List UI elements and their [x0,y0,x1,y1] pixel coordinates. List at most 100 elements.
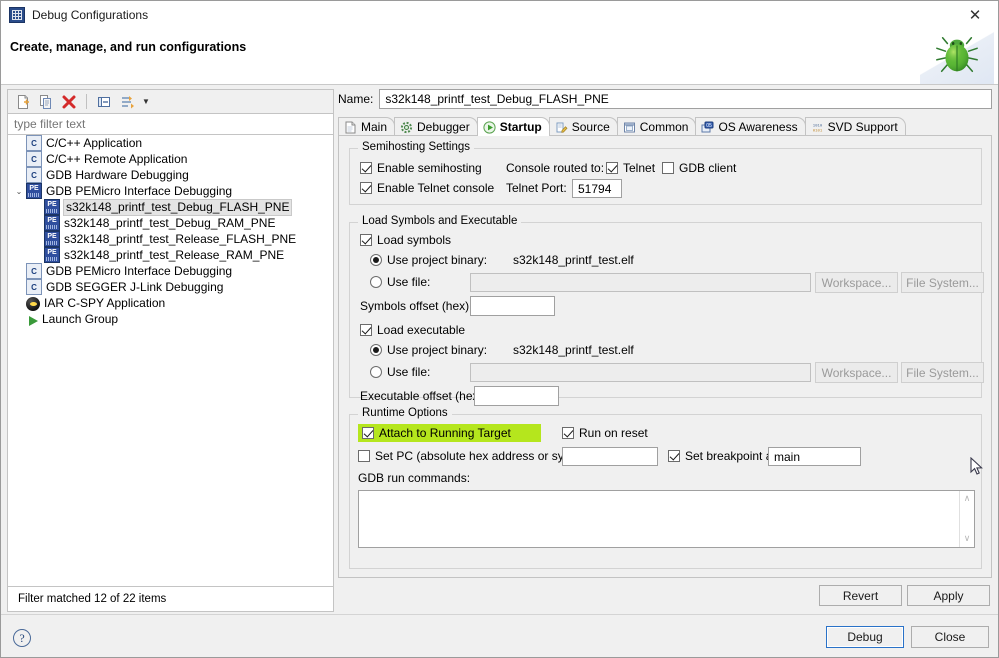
configuration-editor: Name: Main Debugger Startup Source Common 05 O… [338,89,992,612]
svg-text:0101: 0101 [812,129,822,133]
copy-icon[interactable] [36,92,56,112]
tab-label: Debugger [417,120,470,134]
configurations-tree[interactable]: C C/C++ Application C C/C++ Remote Applicat… [7,135,334,587]
tree-item-label: GDB PEMicro Interface Debugging [46,183,233,198]
checkbox-box [358,450,370,462]
tab-os-awareness[interactable]: 05 OS Awareness [695,117,806,136]
configuration-name-input[interactable] [379,89,992,109]
tree-expander-spacer [30,231,44,247]
radio-dot [370,344,382,356]
tab-label: Startup [499,120,542,134]
set-pc-input[interactable] [562,447,658,466]
tree-item-6[interactable]: PE s32k148_printf_test_Release_FLASH_PNE [8,231,333,247]
tab-label: Main [361,120,388,134]
c-app-icon: C [26,279,42,295]
symbols-use-project-binary-label: Use project binary: [387,253,488,267]
tree-item-label: Launch Group [42,311,119,326]
tree-expander-spacer [12,311,26,327]
tab-svd-support[interactable]: 1010 0101 SVD Support [804,117,906,136]
source-pencil-icon [555,121,568,134]
tree-item-3[interactable]: ⌄ PE GDB PEMicro Interface Debugging [8,183,333,199]
symbols-workspace-button[interactable]: Workspace... [815,272,898,293]
tree-expander-spacer [12,279,26,295]
tree-item-8[interactable]: C GDB PEMicro Interface Debugging [8,263,333,279]
tree-item-1[interactable]: C C/C++ Remote Application [8,151,333,167]
tab-common[interactable]: Common [616,117,697,136]
exec-use-file-radio[interactable]: Use file: [370,365,430,379]
tab-debugger[interactable]: Debugger [394,117,478,136]
textarea-scrollbar[interactable]: ∧ ∨ [959,491,974,547]
exec-use-file-label: Use file: [387,365,431,379]
tree-item-10[interactable]: IAR C-SPY Application [8,295,333,311]
set-breakpoint-at-input[interactable] [768,447,861,466]
exec-file-input[interactable] [470,363,811,382]
console-routed-to-label-row: Console routed to: [506,161,604,175]
load-executable-label: Load executable [377,323,466,337]
tab-startup[interactable]: Startup [476,117,550,136]
tab-label: OS Awareness [718,120,798,134]
load-symbols-checkbox[interactable]: Load symbols [360,233,451,247]
collapse-all-icon[interactable] [94,92,114,112]
tab-main[interactable]: Main [338,117,396,136]
exec-workspace-button[interactable]: Workspace... [815,362,898,383]
pe-icon: PE [26,183,42,199]
new-document-icon[interactable] [13,92,33,112]
telnet-port-input[interactable] [572,179,622,198]
red-x-icon[interactable] [59,92,79,112]
tree-item-5[interactable]: PE s32k148_printf_test_Debug_RAM_PNE [8,215,333,231]
gdb-client-label: GDB client [679,161,737,175]
tree-item-2[interactable]: C GDB Hardware Debugging [8,167,333,183]
telnet-label: Telnet [623,161,656,175]
close-icon[interactable]: ✕ [952,1,998,28]
symbols-use-project-binary-radio[interactable]: Use project binary: [370,253,487,267]
runtime-group-title: Runtime Options [358,407,452,419]
telnet-checkbox[interactable]: Telnet [606,161,655,175]
symbols-file-input[interactable] [470,273,811,292]
symbols-use-file-radio[interactable]: Use file: [370,275,430,289]
revert-button[interactable]: Revert [819,585,902,606]
symbols-offset-input[interactable] [470,296,555,316]
exec-filesystem-button[interactable]: File System... [901,362,984,383]
tree-item-0[interactable]: C C/C++ Application [8,135,333,151]
tab-label: SVD Support [827,120,898,134]
enable-semihosting-checkbox[interactable]: Enable semihosting [360,161,482,175]
checkbox-box [362,427,374,439]
symbols-filesystem-button[interactable]: File System... [901,272,984,293]
green-bug-icon [936,36,978,73]
scroll-down-icon[interactable]: ∨ [964,534,971,544]
gdb-run-commands-textarea[interactable]: ∧ ∨ [358,490,975,548]
chevron-down-icon[interactable]: ⌄ [12,183,26,199]
textarea-body[interactable] [359,491,959,547]
set-breakpoint-at-checkbox[interactable]: Set breakpoint at: [668,449,779,463]
title-bar: Debug Configurations ✕ [1,1,998,28]
load-executable-checkbox[interactable]: Load executable [360,323,465,337]
gdb-client-checkbox[interactable]: GDB client [662,161,736,175]
checkbox-box [360,234,372,246]
tree-item-7[interactable]: PE s32k148_printf_test_Release_RAM_PNE [8,247,333,263]
attach-to-running-target-checkbox[interactable]: Attach to Running Target [358,424,541,442]
configuration-name-row: Name: [338,89,992,109]
gdb-run-commands-label: GDB run commands: [358,471,471,485]
svd-icon: 1010 0101 [811,121,824,134]
exec-use-project-binary-radio[interactable]: Use project binary: [370,343,487,357]
tree-item-9[interactable]: C GDB SEGGER J-Link Debugging [8,279,333,295]
run-on-reset-checkbox[interactable]: Run on reset [562,426,648,440]
apply-button[interactable]: Apply [907,585,990,606]
enable-telnet-console-checkbox[interactable]: Enable Telnet console [360,181,494,195]
telnet-port-label-row: Telnet Port: [506,181,567,195]
tree-item-label: GDB PEMicro Interface Debugging [46,263,233,278]
help-icon[interactable]: ? [13,629,31,647]
filter-arrows-icon[interactable] [117,92,137,112]
debug-button[interactable]: Debug [826,626,904,648]
tree-item-label: GDB Hardware Debugging [46,167,189,182]
chevron-down-icon[interactable]: ▼ [140,92,152,112]
close-button[interactable]: Close [911,626,989,648]
tab-source[interactable]: Source [548,117,618,136]
tree-item-4[interactable]: PE s32k148_printf_test_Debug_FLASH_PNE [8,198,333,216]
filter-text-field[interactable] [7,113,334,135]
tree-item-11[interactable]: Launch Group [8,311,333,327]
search-input[interactable] [8,114,333,134]
scroll-up-icon[interactable]: ∧ [964,494,971,504]
executable-offset-input[interactable] [474,386,559,406]
c-app-icon: C [26,135,42,151]
